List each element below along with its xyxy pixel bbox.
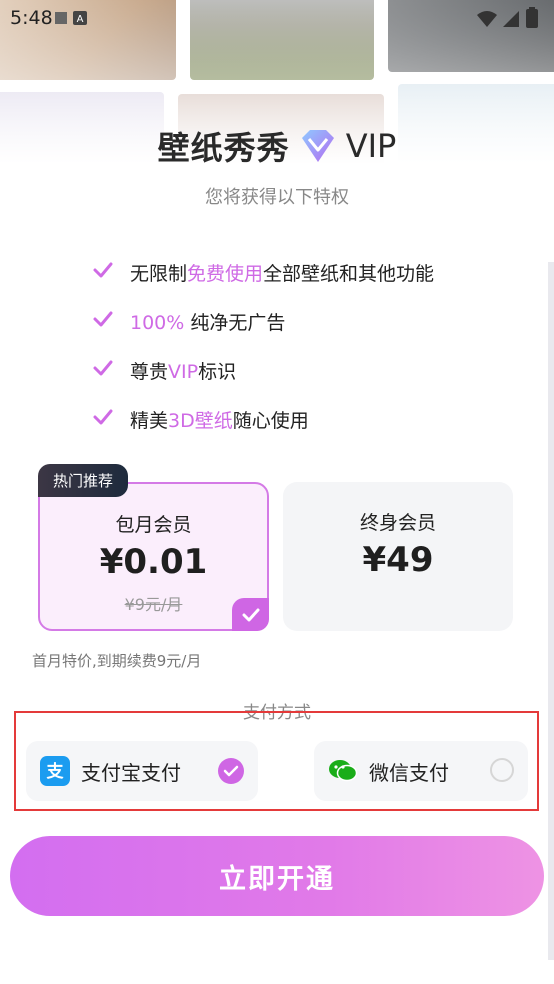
- plan-lifetime-price: ¥49: [362, 540, 434, 580]
- page-subtitle: 您将获得以下特权: [205, 187, 349, 208]
- hot-recommend-badge: 热门推荐: [38, 464, 128, 497]
- benefit-item: 100% 纯净无广告: [92, 297, 434, 346]
- svg-text:A: A: [77, 14, 84, 25]
- diamond-icon: [301, 130, 334, 162]
- benefit-text: 100% 纯净无广告: [130, 312, 286, 334]
- alipay-option[interactable]: 支 支付宝支付: [26, 741, 258, 801]
- benefit-text: 无限制免费使用全部壁纸和其他功能: [130, 263, 435, 285]
- activate-now-button[interactable]: 立即开通: [10, 836, 544, 916]
- check-icon: [92, 408, 130, 431]
- wechat-pay-label: 微信支付: [369, 761, 449, 785]
- status-time: 5:48: [10, 7, 53, 29]
- wifi-icon: [477, 11, 497, 27]
- check-icon: [92, 359, 130, 382]
- renewal-note: 首月特价,到期续费9元/月: [32, 652, 202, 670]
- scrollbar[interactable]: [548, 262, 554, 960]
- wechat-icon: [328, 756, 358, 786]
- benefit-item: 无限制免费使用全部壁纸和其他功能: [92, 248, 434, 297]
- plan-monthly-price: ¥0.01: [99, 542, 208, 582]
- benefit-item: 精美3D壁纸随心使用: [92, 395, 434, 444]
- wechat-pay-option[interactable]: 微信支付: [314, 741, 528, 801]
- wechat-radio-unchecked[interactable]: [490, 758, 514, 782]
- title-row: 壁纸秀秀 VIP: [0, 122, 554, 170]
- signal-icon: [503, 11, 519, 27]
- plan-monthly-name: 包月会员: [115, 514, 192, 536]
- plan-lifetime-name: 终身会员: [359, 512, 436, 534]
- alipay-label: 支付宝支付: [81, 761, 181, 785]
- benefit-item: 尊贵VIP标识: [92, 346, 434, 395]
- svg-text:支: 支: [47, 761, 65, 782]
- benefits-list: 无限制免费使用全部壁纸和其他功能 100% 纯净无广告 尊贵VIP标识 精美3D…: [92, 248, 434, 444]
- vip-label: VIP: [345, 127, 397, 165]
- alipay-radio-checked[interactable]: [218, 758, 244, 784]
- alipay-icon: 支: [40, 756, 70, 786]
- notification-icon: [55, 12, 67, 24]
- check-icon: [92, 310, 130, 333]
- benefit-text: 精美3D壁纸随心使用: [130, 410, 309, 432]
- page-title: 壁纸秀秀: [157, 129, 290, 167]
- battery-icon: [526, 7, 538, 28]
- check-icon: [92, 261, 130, 284]
- app-icon: A: [73, 11, 87, 25]
- selected-check-icon: [232, 598, 269, 631]
- benefit-text: 尊贵VIP标识: [130, 361, 237, 383]
- status-bar: 5:48 A: [0, 0, 554, 38]
- plan-lifetime-card[interactable]: 终身会员 ¥49: [283, 482, 513, 631]
